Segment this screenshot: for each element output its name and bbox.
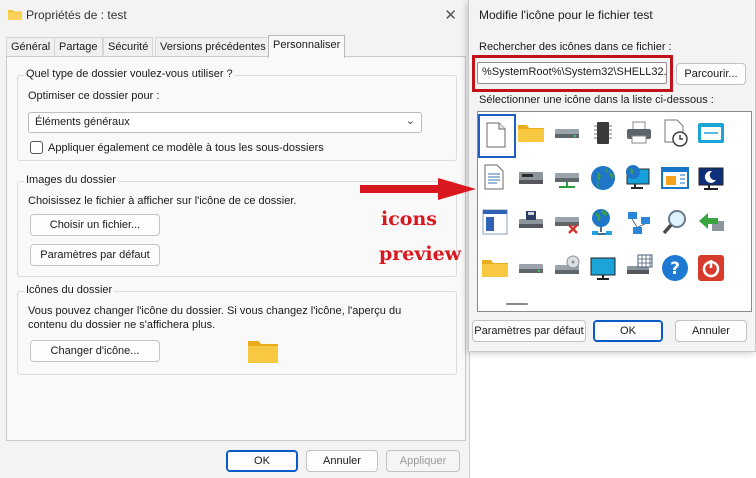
arrow-partial-icon[interactable] [732,118,751,148]
apply-subfolders-checkbox[interactable] [30,141,43,154]
properties-dialog: Propriétés de : test ✕ Général Partage S… [0,0,470,478]
annotation-preview: preview [379,243,462,265]
document-icon[interactable] [478,114,516,158]
broken-drive-icon[interactable] [552,207,582,237]
tab-partage[interactable]: Partage [54,37,103,57]
default-settings-button[interactable]: Paramètres par défaut [30,244,160,266]
network-drive-icon[interactable] [552,163,582,193]
search-icon[interactable] [660,207,690,237]
cancel-button[interactable]: Annuler [306,450,378,472]
ok-button[interactable]: OK [593,320,663,342]
optimize-label: Optimiser ce dossier pour : [28,90,160,102]
horizontal-scrollbar[interactable] [506,303,528,305]
window-title: Propriétés de : test [26,8,127,22]
text-document-icon[interactable] [480,163,510,193]
tab-securite[interactable]: Sécurité [103,37,154,57]
clock-document-icon[interactable] [660,118,690,148]
annotation-icons: icons [381,208,437,230]
floppy-drive-icon[interactable] [516,207,546,237]
grid-drive-icon[interactable] [624,253,654,283]
group-title: Images du dossier [24,174,118,186]
box-partial-icon[interactable] [732,207,751,237]
annotation-arrow [360,178,476,200]
partial-icon[interactable] [732,253,751,283]
shortcut-partial-icon[interactable] [732,163,751,193]
title-bar: Propriétés de : test ✕ [0,0,469,30]
folder-icon[interactable] [480,253,510,283]
folder-type-select[interactable]: Éléments généraux ⌄ [28,112,422,133]
network-icon[interactable] [624,207,654,237]
help-icon[interactable]: ? [660,253,690,283]
browse-button[interactable]: Parcourir... [676,63,746,85]
close-icon[interactable]: ✕ [444,6,457,24]
globe-icon[interactable] [588,163,618,193]
chart-window-icon[interactable] [660,163,690,193]
ok-button[interactable]: OK [226,450,298,472]
folder-type-group: Quel type de dossier voulez-vous utilise… [17,68,457,161]
folder-type-value: Éléments généraux [35,116,130,128]
svg-text:?: ? [670,259,680,279]
apply-subfolders-label[interactable]: Appliquer également ce modèle à tous les… [48,142,324,154]
monitor-icon[interactable] [588,253,618,283]
default-settings-button[interactable]: Paramètres par défaut [472,320,586,342]
drive-icon[interactable] [552,118,582,148]
chip-icon[interactable] [588,118,618,148]
select-icon-label: Sélectionner une icône dans la liste ci-… [479,94,714,106]
change-icon-dialog: Modifie l'icône pour le fichier test Rec… [468,0,756,352]
drive-icon[interactable] [516,253,546,283]
power-icon[interactable] [696,253,726,283]
cd-drive-icon[interactable] [552,253,582,283]
icons-description-line2: contenu du dossier ne s'affichera plus. [28,319,216,331]
folder-icons-group: Icônes du dossier Vous pouvez changer l'… [17,284,457,375]
tab-personnaliser[interactable]: Personnaliser [268,35,346,58]
highlight-box [472,55,673,92]
cancel-button[interactable]: Annuler [675,320,747,342]
folder-icon[interactable] [516,118,546,148]
dialog-title: Modifie l'icône pour le fichier test [479,8,653,22]
choose-file-button[interactable]: Choisir un fichier... [30,214,160,236]
monitor-globe-icon[interactable] [624,163,654,193]
change-icon-button[interactable]: Changer d'icône... [30,340,160,362]
tab-versions-precedentes[interactable]: Versions précédentes [155,37,271,57]
app-window-icon[interactable] [480,207,510,237]
disk-drive-icon[interactable] [516,163,546,193]
tab-general[interactable]: Général [6,37,56,57]
icons-description-line1: Vous pouvez changer l'icône du dossier. … [28,305,402,317]
group-title: Icônes du dossier [24,284,115,296]
green-arrow-icon[interactable] [696,207,726,237]
folder-preview-icon [248,341,278,363]
images-description: Choisissez le fichier à afficher sur l'i… [28,195,297,207]
chevron-down-icon: ⌄ [405,115,415,127]
icon-list[interactable]: ? [477,111,752,312]
apply-button[interactable]: Appliquer [386,450,460,472]
window-icon[interactable] [696,118,726,148]
moon-monitor-icon[interactable] [696,163,726,193]
folder-icon [8,10,22,20]
search-icons-label: Rechercher des icônes dans ce fichier : [479,41,672,53]
group-title: Quel type de dossier voulez-vous utilise… [24,68,235,80]
printer-icon[interactable] [624,118,654,148]
globe-network-icon[interactable] [588,207,618,237]
